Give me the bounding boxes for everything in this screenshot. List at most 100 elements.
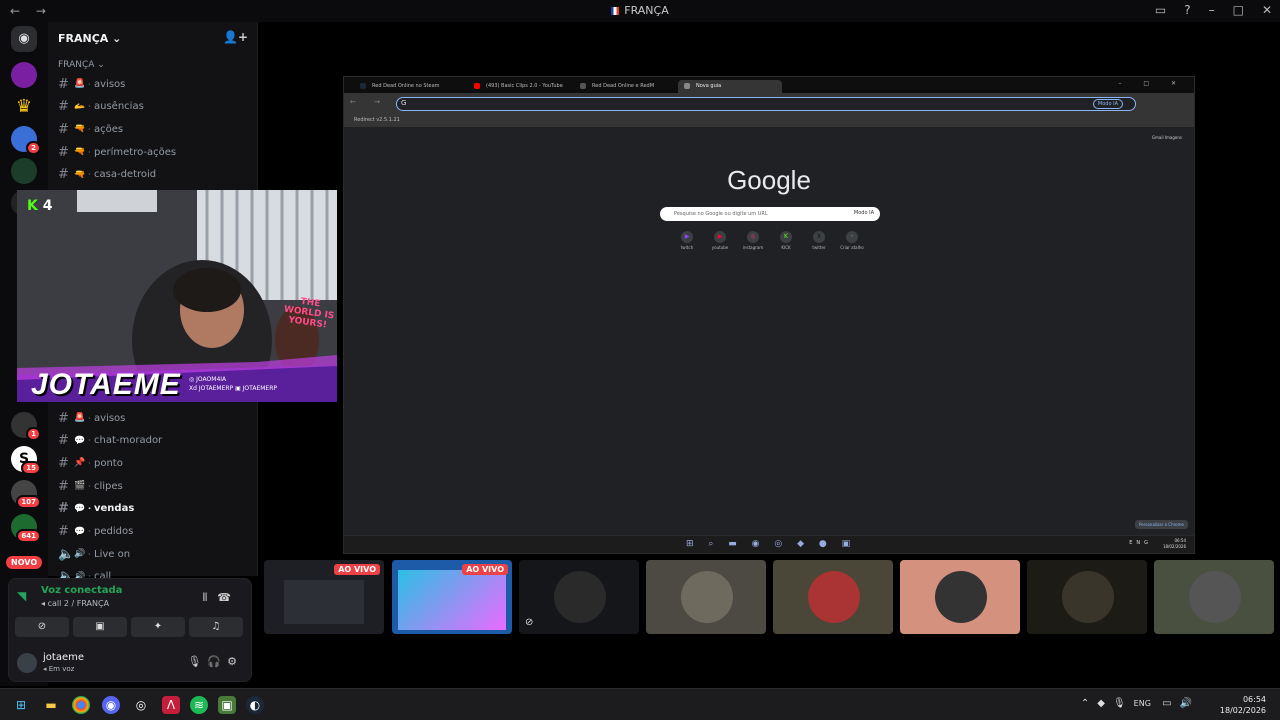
server-icon[interactable]: 1: [11, 412, 41, 441]
browser-tabs: Red Dead Online no Steam (493) Basic Clip…: [344, 77, 1194, 93]
tab-favicon-icon: [580, 83, 586, 89]
mic-icon[interactable]: 🎙: [187, 655, 207, 668]
screen-share[interactable]: Red Dead Online no Steam (493) Basic Clip…: [343, 76, 1195, 554]
server-icon[interactable]: [11, 62, 37, 88]
participant-tile[interactable]: [773, 560, 893, 634]
shortcut-tile[interactable]: ▶ youtube: [708, 231, 732, 250]
tiktok-handle: Xd JOTAEMERP ▣ JOTAEMERP: [189, 385, 277, 392]
google-search-box[interactable]: Pesquise no Google ou digite um URL Modo …: [660, 207, 880, 221]
start-icon[interactable]: ⊞: [12, 696, 30, 714]
clock-time: 06:54: [1242, 695, 1266, 704]
volume-icon[interactable]: 🔊: [1180, 698, 1200, 709]
defender-icon: ◆: [1097, 698, 1113, 709]
camera-button[interactable]: ⊘: [15, 617, 69, 637]
server-icon[interactable]: 107: [11, 480, 41, 509]
modo-ia-button[interactable]: Modo IA: [1092, 99, 1123, 109]
server-icon[interactable]: ♛: [11, 94, 37, 120]
google-new-tab: Gmail Imagens Google Pesquise no Google …: [344, 127, 1194, 535]
voice-channel-item[interactable]: 🔈 🔊 · Live on: [58, 544, 248, 564]
shortcut-tile[interactable]: K KICK: [774, 231, 798, 250]
chevron-up-icon[interactable]: ⌃: [1081, 698, 1097, 709]
browser-tab[interactable]: Red Dead Online e RedM: [574, 80, 676, 93]
channel-item[interactable]: # 💬 · vendas: [58, 499, 248, 519]
minimize-button[interactable]: –: [1209, 3, 1215, 17]
username[interactable]: jotaeme: [43, 652, 84, 663]
channel-label: avisos: [94, 412, 126, 424]
network-icon[interactable]: ▭: [1162, 698, 1179, 709]
spotify-icon[interactable]: ≋: [190, 696, 208, 714]
obs-icon[interactable]: ◎: [132, 696, 150, 714]
game-icon[interactable]: ▣: [218, 696, 236, 714]
maximize-button[interactable]: □: [1233, 3, 1244, 17]
voice-status[interactable]: Voz conectada: [41, 585, 122, 596]
steam-icon[interactable]: ◐: [246, 696, 264, 714]
gear-icon[interactable]: ⚙: [227, 655, 243, 668]
browser-tab[interactable]: Nova guia: [678, 80, 782, 93]
language-indicator[interactable]: ENG: [1134, 699, 1151, 708]
inbox-icon[interactable]: ▭: [1155, 3, 1166, 17]
channel-emoji-icon: 🔫: [74, 147, 86, 158]
stream-tile[interactable]: AO VIVO: [392, 560, 512, 634]
disconnect-icon[interactable]: ☎: [217, 591, 241, 604]
discord-home-icon[interactable]: ◉: [11, 26, 37, 52]
chrome-icon[interactable]: [72, 696, 90, 714]
window-title: FRANÇA: [0, 4, 1280, 17]
shortcut-label: Criar atalho: [840, 245, 864, 250]
channel-label: perímetro-ações: [94, 146, 177, 158]
channel-item[interactable]: # 🚨 · avisos: [58, 408, 248, 428]
file-explorer-icon[interactable]: ▬: [42, 696, 60, 714]
help-icon[interactable]: ?: [1184, 3, 1190, 17]
server-icon[interactable]: [11, 158, 37, 184]
participant-tile[interactable]: ⊘: [519, 560, 639, 634]
channel-item[interactable]: # 🫴 · ausências: [58, 97, 248, 117]
channel-item[interactable]: # 🔫 · casa-detroid: [58, 165, 248, 185]
app-icon[interactable]: Λ: [162, 696, 180, 714]
screen-share-button[interactable]: ▣: [73, 617, 127, 637]
google-top-links[interactable]: Gmail Imagens: [1152, 135, 1182, 140]
participant-tile[interactable]: [1027, 560, 1147, 634]
channel-item[interactable]: # 📌 · ponto: [58, 453, 248, 473]
add-member-icon[interactable]: 👤+: [223, 30, 248, 44]
google-modo-ia[interactable]: Modo IA: [854, 210, 874, 216]
channel-item[interactable]: # 🎬 · clipes: [58, 476, 248, 496]
headset-icon[interactable]: 🎧: [207, 655, 227, 668]
address-bar[interactable]: G Modo IA: [396, 97, 1136, 111]
channel-label: avisos: [94, 78, 126, 90]
kick-logo-icon: K: [27, 198, 38, 214]
category-label[interactable]: FRANÇA ⌄: [58, 60, 105, 70]
new-badge[interactable]: NOVO: [6, 556, 43, 569]
stream-tile[interactable]: AO VIVO: [264, 560, 384, 634]
personalize-button[interactable]: Personalizar o Chrome: [1135, 520, 1188, 529]
server-header[interactable]: FRANÇA ⌄ 👤+: [48, 22, 258, 54]
live-badge: AO VIVO: [462, 564, 508, 575]
channel-item[interactable]: # 🔫 · perímetro-ações: [58, 142, 248, 162]
server-icon[interactable]: 641: [11, 514, 41, 543]
avatar[interactable]: [17, 653, 37, 673]
search-placeholder: Pesquise no Google ou digite um URL: [674, 211, 768, 217]
participant-tile[interactable]: [646, 560, 766, 634]
shortcut-tile[interactable]: + Criar atalho: [840, 231, 864, 250]
channel-item[interactable]: # 💬 · chat-morador: [58, 431, 248, 451]
activities-button[interactable]: ✦: [131, 617, 185, 637]
server-icon[interactable]: S 15: [11, 446, 41, 475]
channel-item[interactable]: # 🚨 · avisos: [58, 74, 248, 94]
soundboard-button[interactable]: ♫: [189, 617, 243, 637]
channel-item[interactable]: # 🔫 · ações: [58, 119, 248, 139]
close-button[interactable]: ✕: [1262, 3, 1272, 17]
browser-tab[interactable]: Red Dead Online no Steam: [354, 80, 466, 93]
channel-item[interactable]: # 💬 · pedidos: [58, 522, 248, 542]
shortcut-tile[interactable]: ◎ instagram: [741, 231, 765, 250]
shortcut-tile[interactable]: ▶ twitch: [675, 231, 699, 250]
noise-icon[interactable]: ⫴: [203, 591, 218, 604]
participant-tile[interactable]: [1154, 560, 1274, 634]
discord-icon[interactable]: ◉: [102, 696, 120, 714]
taskbar-clock[interactable]: 06:54 18/02/2026: [1220, 694, 1266, 716]
browser-tab[interactable]: (493) Basic Clips 2.0 - YouTube: [468, 80, 572, 93]
bookmark-item[interactable]: Redirect v2.5.1.21: [354, 117, 400, 123]
channel-label: chat-morador: [94, 435, 163, 447]
voice-channel[interactable]: ◂ call 2 / FRANÇA: [41, 599, 109, 608]
shared-taskbar: ⊞ ⌕ ▬ ◉ ◎ ◆ ● ▣ ENG 06:54 18/02/2026: [344, 535, 1194, 553]
server-icon[interactable]: 2: [11, 126, 41, 155]
shortcut-tile[interactable]: Xtwitter: [807, 231, 831, 250]
participant-tile[interactable]: [900, 560, 1020, 634]
